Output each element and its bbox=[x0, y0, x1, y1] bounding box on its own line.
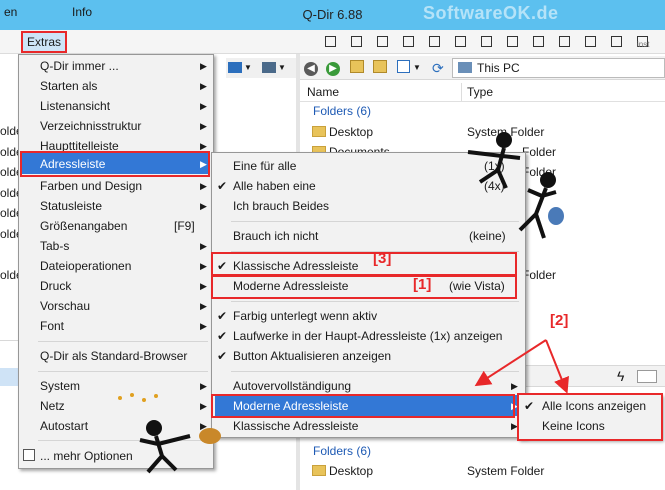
climber-figures-icon bbox=[467, 132, 564, 239]
arrow-to-moderne bbox=[474, 339, 547, 387]
running-figure-icon bbox=[118, 393, 221, 474]
arrow-to-submenu bbox=[545, 339, 569, 394]
